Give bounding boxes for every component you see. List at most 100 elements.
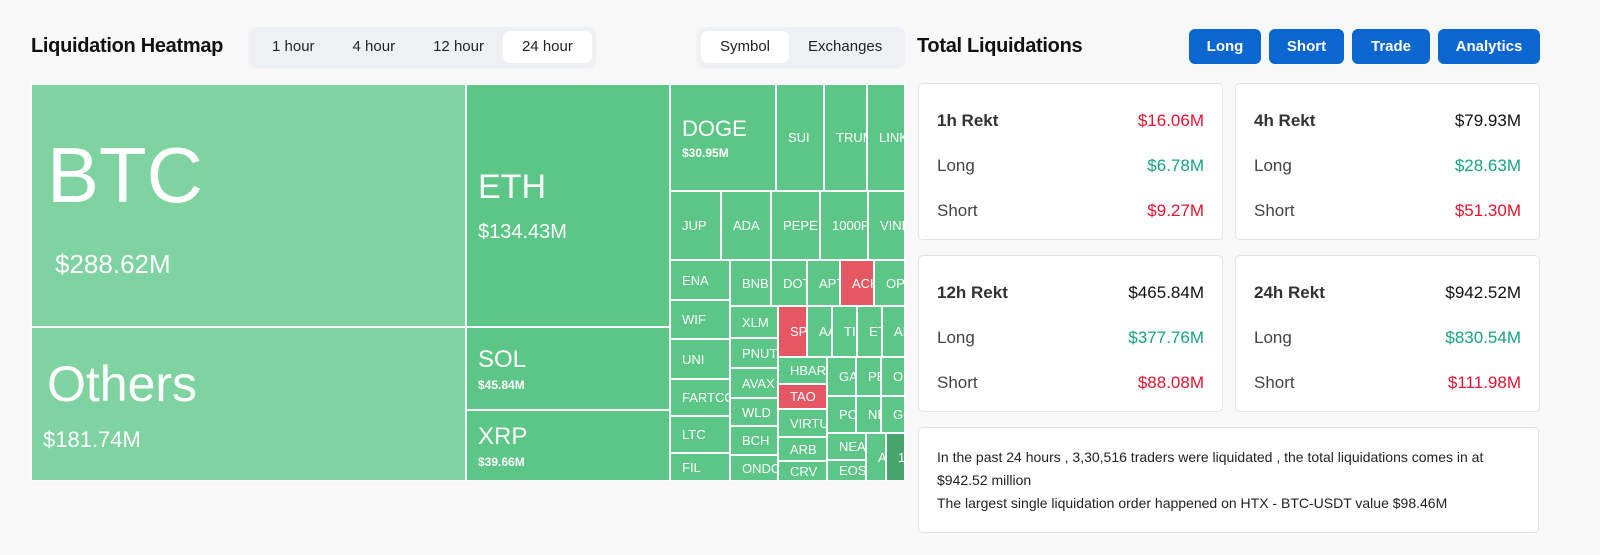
tab-24-hour[interactable]: 24 hour	[502, 31, 592, 63]
treemap-cell-hbar[interactable]: HBAR	[778, 357, 827, 384]
treemap-cell-pe[interactable]: PE	[856, 357, 881, 396]
treemap-cell-avax[interactable]: AVAX	[730, 368, 778, 398]
cell-symbol: ENA	[682, 272, 709, 288]
treemap-cell-btc[interactable]: BTC $288.62M	[31, 84, 466, 327]
treemap-cell-eos[interactable]: EOS	[827, 460, 866, 481]
treemap-cell-sui[interactable]: SUI	[776, 84, 824, 191]
cell-symbol: TI	[844, 324, 856, 339]
card-title: 1h Rekt	[937, 111, 999, 130]
cell-symbol: PE	[868, 369, 880, 384]
cell-symbol: OP	[886, 275, 905, 291]
cell-value: $45.84M	[478, 377, 525, 392]
long-label: Long	[1254, 156, 1292, 175]
cell-symbol: XRP	[478, 422, 528, 450]
tab-4-hour[interactable]: 4 hour	[334, 31, 415, 63]
treemap-cell-wif[interactable]: WIF	[670, 300, 730, 339]
cell-symbol: SUI	[788, 130, 810, 145]
treemap-cell-sp[interactable]: SP	[778, 306, 807, 357]
cell-symbol: TRUMP	[836, 130, 866, 145]
treemap-cell-op[interactable]: OP	[881, 357, 905, 396]
treemap-cell-1[interactable]: 1	[886, 433, 905, 481]
treemap-cell-dot[interactable]: DOT	[771, 260, 807, 306]
treemap-cell-sol[interactable]: SOL $45.84M	[466, 327, 670, 410]
cell-symbol: FIL	[682, 459, 701, 475]
treemap-cell-a[interactable]: A	[866, 433, 886, 481]
cell-symbol: TAO	[790, 389, 816, 404]
treemap-cell-pepe[interactable]: PEPE	[771, 191, 820, 260]
treemap-cell-doge[interactable]: DOGE $30.95M	[670, 84, 776, 191]
treemap-cell-go[interactable]: GO	[881, 396, 905, 433]
treemap-cell-near[interactable]: NEAR	[827, 433, 866, 460]
analytics-button[interactable]: Analytics	[1438, 29, 1540, 64]
treemap-cell-ne[interactable]: NE	[856, 396, 881, 433]
treemap-cell-eth[interactable]: ETH $134.43M	[466, 84, 670, 327]
cell-symbol: EOS	[839, 463, 866, 478]
cell-symbol: PO	[839, 407, 856, 422]
treemap-cell-apt[interactable]: APT	[807, 260, 840, 306]
cell-symbol: CRV	[790, 463, 818, 479]
treemap-cell-trump[interactable]: TRUMP	[824, 84, 867, 191]
treemap-cell-ondo[interactable]: ONDO	[730, 455, 778, 481]
treemap-cell-tao[interactable]: TAO	[778, 384, 827, 409]
short-label: Short	[1254, 201, 1295, 220]
treemap-cell-uni[interactable]: UNI	[670, 339, 730, 379]
treemap-cell-ltc[interactable]: LTC	[670, 416, 730, 453]
treemap-cell-ai[interactable]: AI	[882, 306, 905, 357]
treemap-cell-wld[interactable]: WLD	[730, 398, 778, 426]
cell-symbol: WLD	[742, 404, 771, 420]
summary-line-2: The largest single liquidation order hap…	[937, 495, 1448, 511]
treemap-cell-arb[interactable]: ARB	[778, 437, 827, 461]
treemap-cell-vine[interactable]: VINE	[868, 191, 905, 260]
cell-symbol: AA	[819, 324, 831, 339]
tab-1-hour[interactable]: 1 hour	[253, 31, 334, 63]
treemap-cell-aa[interactable]: AA	[807, 306, 832, 357]
treemap-cell-ti[interactable]: TI	[832, 306, 857, 357]
short-button[interactable]: Short	[1269, 29, 1344, 64]
treemap-cell-jup[interactable]: JUP	[670, 191, 721, 260]
treemap-cell-po[interactable]: PO	[827, 396, 856, 433]
card-total: $942.52M	[1445, 283, 1521, 302]
treemap-cell-1000p[interactable]: 1000P	[820, 191, 868, 260]
tab-symbol[interactable]: Symbol	[701, 31, 790, 63]
treemap-cell-crv[interactable]: CRV	[778, 461, 827, 481]
heatmap-title: Liquidation Heatmap	[31, 35, 224, 57]
treemap-cell-link[interactable]: LINK	[867, 84, 905, 191]
cell-value: $39.66M	[478, 454, 525, 469]
card-total: $16.06M	[1137, 111, 1204, 130]
cell-symbol: PEPE	[783, 218, 818, 233]
treemap-cell-et[interactable]: ET	[857, 306, 882, 357]
rekt-card: 12h Rekt $465.84M Long $377.76M Short $88.0…	[918, 255, 1223, 412]
cell-symbol: NE	[868, 407, 880, 422]
trade-button[interactable]: Trade	[1352, 29, 1430, 64]
cell-symbol: XLM	[742, 314, 769, 330]
cell-symbol: PNUT	[742, 345, 778, 361]
treemap-cell-fartco[interactable]: FARTCO	[670, 379, 730, 416]
treemap-cell-pnut[interactable]: PNUT	[730, 338, 778, 368]
liquidation-treemap: BTC $288.62M Others $181.74M ETH $134.43M SOL $…	[31, 84, 905, 481]
treemap-cell-virtu[interactable]: VIRTU	[778, 409, 827, 437]
treemap-cell-xrp[interactable]: XRP $39.66M	[466, 410, 670, 481]
cell-symbol: JUP	[682, 218, 707, 233]
treemap-cell-xlm[interactable]: XLM	[730, 306, 778, 338]
cell-symbol: Others	[47, 356, 198, 412]
cell-symbol: DOT	[783, 275, 806, 291]
treemap-cell-others[interactable]: Others $181.74M	[31, 327, 466, 481]
treemap-cell-ach[interactable]: ACH	[840, 260, 874, 306]
cell-symbol: ONDO	[742, 460, 778, 476]
cell-symbol: UNI	[682, 351, 705, 367]
treemap-cell-ada[interactable]: ADA	[721, 191, 771, 260]
treemap-cell-bnb[interactable]: BNB	[730, 260, 771, 306]
summary-box: In the past 24 hours , 3,30,516 traders …	[918, 427, 1539, 533]
tab-12-hour[interactable]: 12 hour	[414, 31, 503, 63]
treemap-cell-op[interactable]: OP	[874, 260, 905, 306]
cell-symbol: ACH	[852, 275, 873, 291]
long-button[interactable]: Long	[1189, 29, 1261, 64]
cell-symbol: DOGE	[682, 115, 747, 141]
treemap-cell-fil[interactable]: FIL	[670, 453, 730, 481]
treemap-cell-bch[interactable]: BCH	[730, 426, 778, 455]
treemap-cell-ga[interactable]: GA	[827, 357, 856, 396]
cell-symbol: GO	[893, 407, 904, 422]
treemap-cell-ena[interactable]: ENA	[670, 260, 730, 300]
tab-exchanges[interactable]: Exchanges	[789, 31, 901, 63]
cell-symbol: SP	[790, 324, 807, 339]
